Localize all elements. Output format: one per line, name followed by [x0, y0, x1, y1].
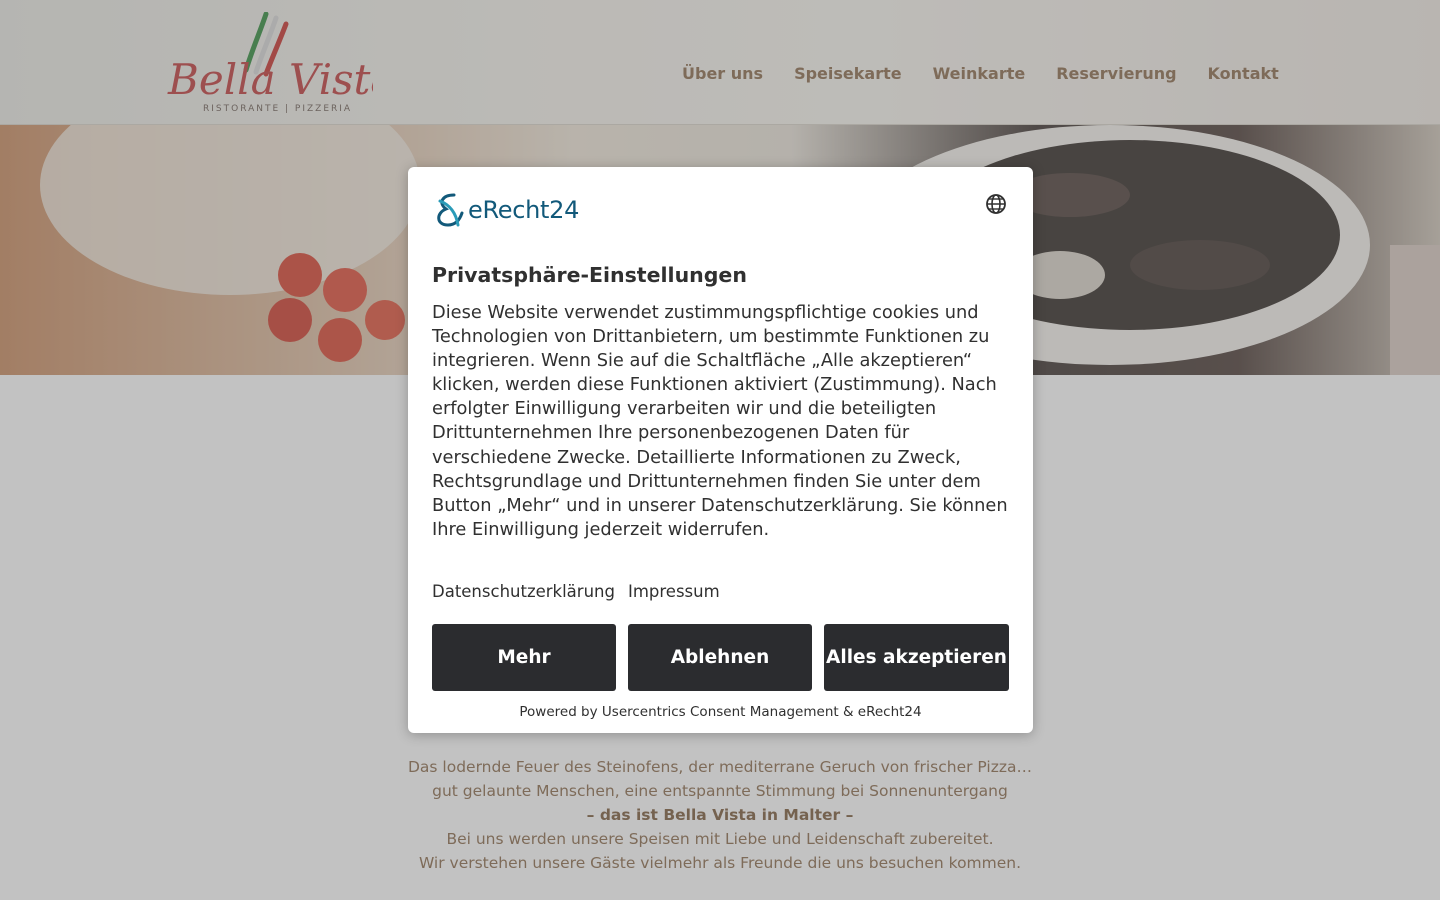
brand: eRecht24 [432, 191, 579, 229]
accept-all-button[interactable]: Alles akzeptieren [824, 624, 1009, 691]
globe-icon[interactable] [985, 193, 1007, 215]
consent-dialog: eRecht24 Privatsphäre-Einstellungen Dies… [408, 167, 1033, 733]
more-button[interactable]: Mehr [432, 624, 616, 691]
brand-name: eRecht24 [468, 196, 580, 224]
dialog-buttons: Mehr Ablehnen Alles akzeptieren [432, 624, 1009, 691]
powered-by-text: Powered by Usercentrics Consent Manageme… [519, 704, 922, 720]
deny-button[interactable]: Ablehnen [628, 624, 812, 691]
privacy-policy-link[interactable]: Datenschutzerklärung [432, 582, 615, 601]
dialog-body: Diese Website verwendet zustimmungspflic… [432, 302, 1008, 540]
erecht24-logo-icon [437, 193, 464, 227]
imprint-link[interactable]: Impressum [628, 582, 720, 601]
dialog-links: Datenschutzerklärung Impressum [432, 582, 720, 601]
dialog-title: Privatsphäre-Einstellungen [432, 263, 747, 287]
